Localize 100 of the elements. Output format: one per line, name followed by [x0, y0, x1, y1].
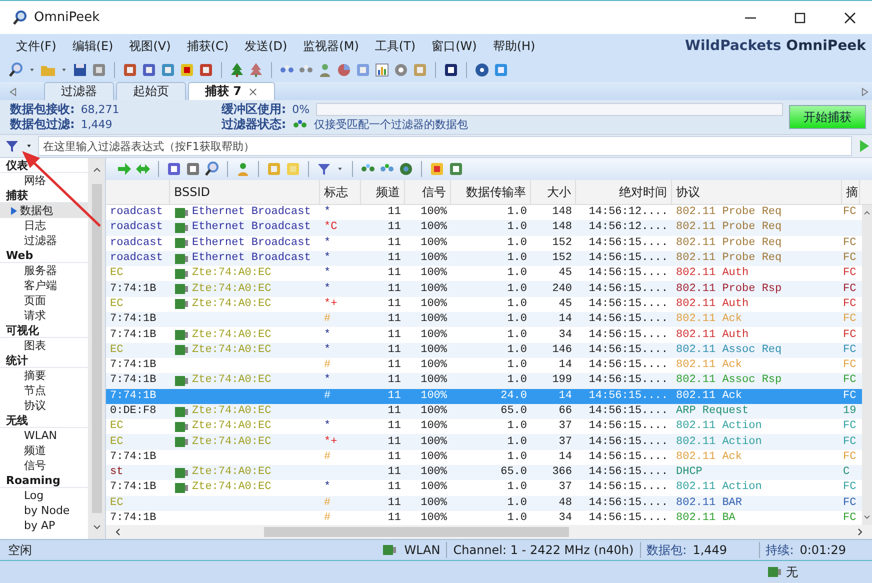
arrow-icon[interactable] [116, 161, 132, 177]
menu-item[interactable]: 监视器(M) [295, 38, 367, 54]
filter-field[interactable]: 在这里输入过滤器表达式（按F1获取帮助） [38, 136, 852, 156]
stat-label: 缓冲区使用: [221, 101, 286, 118]
save-icon[interactable] [72, 62, 88, 78]
packet-row[interactable]: EC Zte:74:A0:EC * 11 100% 1.0 45 14:56:15.... 802.11 Auth FC [106, 266, 862, 282]
table-cell-text: 14:56:15.... [588, 236, 669, 251]
sidebar-item[interactable]: 频道 [0, 443, 88, 458]
network-card-icon [767, 564, 783, 580]
table-cell-text: roadcast [109, 236, 164, 251]
menu-item[interactable]: 工具(T) [366, 38, 424, 54]
packet-row[interactable]: 7:74:1B # 11 100% 1.0 14 14:56:15.... 802.11 Ack FC [106, 312, 862, 328]
table-cell-text: FC [842, 419, 858, 434]
table-cell-text: 1.0 [506, 236, 528, 251]
packet-row[interactable]: EC Zte:74:A0:EC * 11 100% 1.0 37 14:56:15.... 802.11 Action FC [106, 419, 862, 434]
table-cell-text: 14:56:15.... [588, 373, 669, 388]
sidebar-item[interactable]: by Node [0, 503, 88, 518]
sidebar-item[interactable]: 客户端 [0, 278, 88, 293]
table-cell-text: 100% [420, 388, 448, 404]
table-cell-text: FC [842, 312, 858, 328]
table-cell-text: 14 [558, 358, 573, 374]
sidebar-item[interactable]: 摘要 [0, 368, 88, 383]
packet-row[interactable]: EC Zte:74:A0:EC * 11 100% 1.0 146 14:56:15.... 802.11 Assoc Req FC [106, 342, 862, 358]
sidebar-item[interactable]: 服务器 [0, 263, 88, 278]
tab[interactable]: 捕获 7 [188, 82, 275, 100]
menu-item[interactable]: 编辑(E) [64, 38, 122, 54]
sidebar-item[interactable]: WLAN [0, 428, 88, 443]
sidebar-item[interactable]: 节点 [0, 383, 88, 398]
sidebar-item[interactable]: 协议 [0, 398, 88, 413]
table-cell: Zte:74:A0:EC [170, 281, 320, 297]
sidebar-item[interactable]: Log [0, 488, 88, 503]
start-capture-button[interactable]: 开始捕获 [788, 105, 866, 129]
magnifier-icon[interactable] [8, 62, 24, 78]
scrollbar[interactable] [862, 205, 872, 525]
column-header[interactable]: 协议 [672, 180, 842, 204]
column-header[interactable]: 信号 [405, 180, 451, 204]
table-cell-text: 65.0 [500, 404, 528, 419]
column-header[interactable]: 绝对时间 [576, 180, 672, 204]
table-cell: Zte:74:A0:EC [170, 434, 320, 450]
menu-item[interactable]: 文件(F) [8, 38, 64, 54]
packet-row[interactable]: roadcast Ethernet Broadcast * 11 100% 1.0 152 14:56:15.... 802.11 Probe Req FC [106, 250, 862, 266]
table-cell-text: 7:74:1B [109, 312, 158, 328]
packet-row[interactable]: EC # 11 100% 1.0 48 14:56:15.... 802.11 BAR FC [106, 496, 862, 511]
sidebar-item[interactable]: 数据包 [0, 203, 88, 218]
table-cell-text: 100% [420, 419, 448, 434]
sidebar-item[interactable]: 网络 [0, 173, 88, 188]
stat-value: 0% [292, 103, 310, 116]
column-header[interactable]: 标志 [320, 180, 361, 204]
packet-row[interactable]: EC Zte:74:A0:EC *+ 11 100% 1.0 37 14:56:15.... 802.11 Action FC [106, 434, 862, 450]
tab[interactable]: 起始页 [116, 82, 186, 100]
column-header[interactable]: BSSID [170, 180, 320, 204]
stat-label: 数据包过滤: [10, 116, 75, 133]
sidebar-item[interactable]: 页面 [0, 293, 88, 308]
column-header[interactable]: 频道 [361, 180, 405, 204]
menu-item[interactable]: 窗口(W) [424, 38, 485, 54]
table-cell-text: 48 [558, 496, 573, 511]
person-icon[interactable] [317, 62, 333, 78]
sidebar-item[interactable]: 过滤器 [0, 233, 88, 248]
sidebar-item[interactable]: 请求 [0, 308, 88, 323]
tree-icon[interactable] [229, 62, 245, 78]
packet-row[interactable]: 7:74:1B Zte:74:A0:EC * 11 100% 1.0 240 14:56:15.... 802.11 Probe Rsp FC [106, 281, 862, 297]
table-cell-text: 14 [558, 450, 573, 465]
scrollbar[interactable] [106, 525, 872, 539]
packet-row[interactable]: st Zte:74:A0:EC 11 100% 65.0 366 14:56:15.... DHCP C [106, 465, 862, 480]
window-title: OmniPeek [34, 10, 101, 25]
sidebar-heading: Roaming [0, 473, 88, 488]
menu-item[interactable]: 帮助(H) [484, 38, 544, 54]
table-cell-text: 1.0 [506, 480, 528, 496]
tree-icon[interactable] [248, 62, 264, 78]
column-header[interactable]: 摘 [842, 180, 860, 204]
sidebar-item[interactable]: 信号 [0, 458, 88, 473]
table-cell-text: FC [842, 282, 858, 297]
bar-chart-icon[interactable] [374, 62, 390, 78]
table-cell-text: 14:56:15.... [588, 266, 669, 282]
menu-item[interactable]: 视图(V) [121, 38, 179, 54]
search-icon[interactable] [204, 161, 220, 177]
sidebar-item[interactable]: 日志 [0, 218, 88, 233]
table-cell-text: 11 [386, 434, 402, 450]
table-cell-text: 14 [558, 312, 573, 328]
sidebar-heading: Web [0, 248, 88, 263]
packet-row[interactable]: roadcast Ethernet Broadcast *C 11 100% 1.0 148 14:56:12.... 802.11 Probe Req [106, 220, 862, 236]
table-cell: Zte:74:A0:EC [170, 327, 320, 343]
table-cell-text: 802.11 Ack [675, 388, 744, 404]
packet-row[interactable]: 0:DE:F8 Zte:74:A0:EC 11 100% 65.0 66 14:56:15.... ARP Request 19 [106, 404, 862, 420]
double-arrow-icon[interactable] [135, 161, 151, 177]
sidebar-item[interactable]: by AP [0, 518, 88, 533]
menu-item[interactable]: 捕获(C) [178, 38, 237, 54]
table-cell-text: 7:74:1B [109, 511, 158, 525]
table-cell-text: 7:74:1B [109, 373, 158, 388]
sidebar-item[interactable]: 图表 [0, 338, 88, 353]
column-header[interactable]: 数据传输率 [451, 180, 531, 204]
column-header[interactable]: 大小 [531, 180, 576, 204]
tab[interactable]: 过滤器 [44, 82, 114, 100]
menu-item[interactable]: 发送(D) [236, 38, 296, 54]
packet-row[interactable]: 7:74:1B Zte:74:A0:EC * 11 100% 1.0 199 14:56:15.... 802.11 Assoc Rsp FC [106, 373, 862, 389]
pie-chart-icon[interactable] [336, 62, 352, 78]
person-icon[interactable] [235, 161, 251, 177]
scrollbar[interactable] [88, 158, 105, 539]
table-cell-text: 14:56:15.... [588, 388, 669, 404]
table-cell-text: 1.0 [506, 511, 528, 525]
